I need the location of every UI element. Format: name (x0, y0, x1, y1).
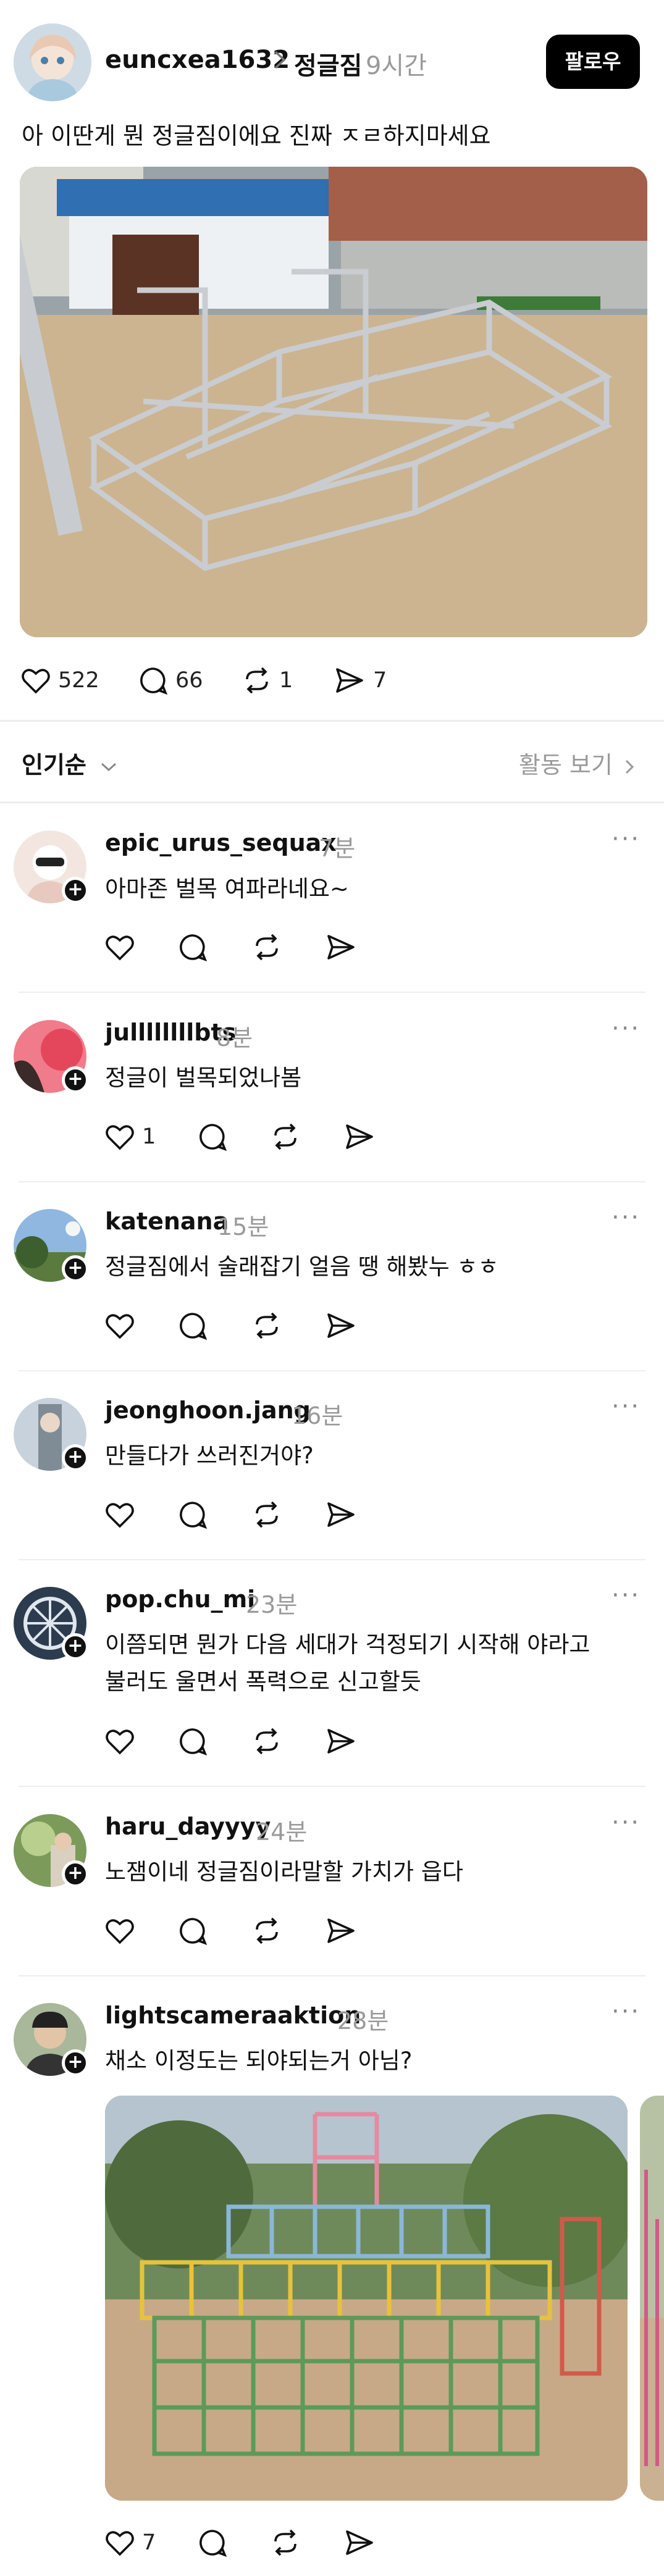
reply-username[interactable]: pop.chu_mi (105, 1586, 255, 1613)
comment-icon[interactable] (177, 1310, 209, 1342)
more-options-icon[interactable]: ··· (611, 1203, 641, 1232)
post-text: 아 이딴게 뭔 정글짐이에요 진짜 ㅈㄹ하지마세요 (22, 122, 491, 149)
section-divider (0, 720, 664, 722)
share-icon[interactable] (343, 1121, 376, 1153)
reply-username[interactable]: lightscameraaktion (105, 2002, 361, 2029)
repost-icon[interactable] (251, 931, 283, 963)
post-avatar[interactable] (14, 23, 91, 101)
share-icon[interactable] (343, 2527, 376, 2559)
follow-plus-icon[interactable]: + (62, 1255, 89, 1282)
repost-icon[interactable] (251, 1725, 283, 1757)
repost-icon[interactable] (251, 1310, 283, 1342)
follow-plus-icon[interactable]: + (62, 877, 89, 904)
reply-text: 정글짐에서 술래잡기 얼음 땡 해봤누 ㅎㅎ (105, 1253, 499, 1280)
reply-time: 8분 (216, 1024, 253, 1052)
reply-time: 23분 (246, 1591, 298, 1618)
reply-text: 이쯤되면 뭔가 다음 세대가 걱정되기 시작해 야라고 (105, 1631, 590, 1658)
like-icon[interactable] (104, 2527, 136, 2559)
like-icon[interactable] (104, 1310, 136, 1342)
reply-username[interactable]: jeonghoon.jang (105, 1397, 311, 1424)
reply-divider (19, 1786, 645, 1787)
comment-icon[interactable] (196, 2527, 229, 2559)
activity-link[interactable]: 활동 보기 (519, 746, 635, 780)
like-icon[interactable] (104, 931, 136, 963)
follow-plus-icon[interactable]: + (62, 1066, 89, 1094)
comment-icon[interactable] (177, 1915, 209, 1947)
follow-plus-icon[interactable]: + (62, 1633, 89, 1660)
reply-text: 불러도 울면서 폭력으로 신고할듯 (105, 1668, 421, 1695)
reply-text: 만들다가 쓰러진거야? (105, 1442, 314, 1469)
like-icon[interactable] (20, 664, 52, 696)
chevron-right-icon (272, 49, 288, 70)
reply-divider (19, 1975, 645, 1976)
share-icon[interactable] (325, 1310, 357, 1342)
like-count: 1 (142, 1124, 156, 1149)
like-icon[interactable] (104, 1915, 136, 1947)
reply-time: 24분 (256, 1818, 308, 1846)
follow-button-label: 팔로우 (565, 49, 621, 73)
reply-divider (19, 1559, 645, 1560)
section-divider (0, 801, 664, 803)
follow-button[interactable]: 팔로우 (546, 35, 640, 89)
comment-icon[interactable] (177, 1725, 209, 1757)
reply-text: 정글이 벌목되었나봄 (105, 1064, 302, 1091)
post-username[interactable]: euncxea1632 (105, 46, 290, 74)
share-icon[interactable] (325, 931, 357, 963)
reply-image[interactable] (105, 2096, 628, 2501)
reply-username[interactable]: katenana (105, 1208, 229, 1235)
post-image[interactable] (20, 167, 647, 637)
like-count: 522 (58, 668, 99, 693)
like-icon[interactable] (104, 1499, 136, 1531)
chevron-right-icon (625, 759, 634, 774)
more-options-icon[interactable]: ··· (611, 1581, 641, 1610)
share-count: 7 (373, 668, 387, 693)
sort-dropdown[interactable]: 인기순 (22, 746, 118, 780)
repost-icon[interactable] (251, 1499, 283, 1531)
repost-icon[interactable] (269, 2527, 301, 2559)
post-time: 9시간 (366, 52, 427, 80)
more-options-icon[interactable]: ··· (611, 1014, 641, 1043)
reply-text: 아마존 벌목 여파라네요~ (105, 876, 349, 902)
like-count: 7 (142, 2530, 156, 2555)
comment-icon[interactable] (177, 931, 209, 963)
share-icon[interactable] (334, 664, 366, 696)
comment-icon[interactable] (177, 1499, 209, 1531)
more-options-icon[interactable]: ··· (611, 1809, 641, 1837)
like-icon[interactable] (104, 1121, 136, 1153)
comment-icon[interactable] (196, 1121, 229, 1153)
reply-time: 7분 (319, 835, 356, 862)
repost-icon[interactable] (269, 1121, 301, 1153)
share-icon[interactable] (325, 1725, 357, 1757)
reply-username[interactable]: haru_dayyyy (105, 1813, 271, 1840)
reply-time: 15분 (217, 1213, 269, 1240)
follow-plus-icon[interactable]: + (62, 1444, 89, 1471)
post-topic[interactable]: 정글짐 (294, 46, 362, 82)
like-icon[interactable] (104, 1725, 136, 1757)
comment-icon[interactable] (137, 664, 169, 696)
reply-divider (19, 992, 645, 993)
repost-icon[interactable] (241, 664, 273, 696)
share-icon[interactable] (325, 1499, 357, 1531)
reply-image-next[interactable] (640, 2096, 664, 2501)
comment-count: 66 (175, 668, 203, 693)
repost-icon[interactable] (251, 1915, 283, 1947)
reply-time: 16분 (292, 1402, 343, 1429)
reply-time: 28분 (337, 2007, 389, 2034)
reply-text: 노잼이네 정글짐이라말할 가치가 읍다 (105, 1859, 463, 1885)
chevron-down-icon (101, 763, 117, 771)
reply-username[interactable]: epic_urus_sequax (105, 829, 337, 856)
reply-text: 채소 이정도는 되야되는거 아님? (105, 2047, 413, 2074)
follow-plus-icon[interactable]: + (62, 1860, 89, 1888)
more-options-icon[interactable]: ··· (611, 1392, 641, 1421)
reply-divider (19, 1370, 645, 1371)
share-icon[interactable] (325, 1915, 357, 1947)
sort-label: 인기순 (22, 751, 86, 779)
reply-divider (19, 1181, 645, 1182)
activity-label: 활동 보기 (519, 751, 613, 779)
repost-count: 1 (279, 668, 293, 693)
follow-plus-icon[interactable]: + (62, 2049, 89, 2076)
more-options-icon[interactable]: ··· (611, 825, 641, 853)
more-options-icon[interactable]: ··· (611, 1997, 641, 2026)
